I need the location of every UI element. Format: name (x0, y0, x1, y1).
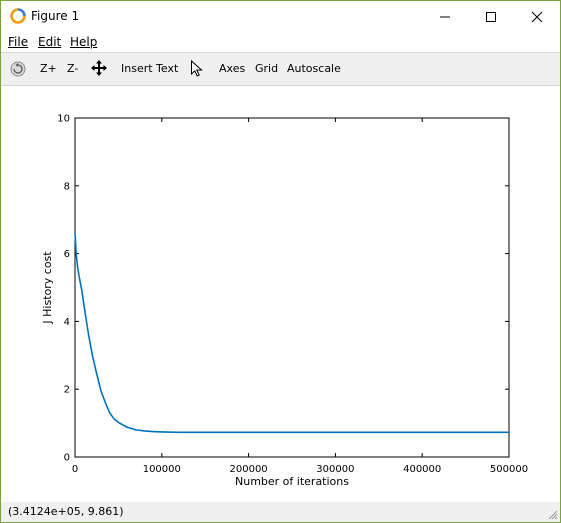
zoom-in-button[interactable]: Z+ (40, 62, 57, 75)
line-chart[interactable]: 0 100000 200000 300000 400000 500000 0246810 … (1, 86, 560, 502)
x-tick-label: 300000 (316, 464, 354, 475)
grid-button[interactable]: Grid (255, 62, 278, 75)
menu-edit[interactable]: Edit (38, 35, 61, 49)
status-bar: (3.4124e+05, 9.861) (1, 502, 560, 522)
resize-grip-icon[interactable] (546, 508, 558, 520)
octave-logo-icon (10, 8, 26, 24)
axes-box (74, 117, 510, 458)
menu-bar: File Edit Help (1, 32, 560, 53)
autoscale-button[interactable]: Autoscale (287, 62, 341, 75)
zoom-out-button[interactable]: Z- (67, 62, 78, 75)
minimize-button[interactable] (422, 1, 468, 32)
y-tick-label: 4 (64, 317, 70, 328)
x-tick-label: 400000 (403, 464, 441, 475)
y-axis-label: J History cost (41, 251, 54, 325)
x-tick-label: 500000 (490, 464, 528, 475)
plot-area[interactable]: 0 100000 200000 300000 400000 500000 0 2 4 6 8 10 … (1, 86, 560, 502)
pan-icon[interactable] (90, 59, 108, 77)
y-tick-label: 6 (64, 249, 70, 260)
x-tick-label: 200000 (230, 464, 268, 475)
insert-text-button[interactable]: Insert Text (121, 62, 178, 75)
cursor-coordinates: (3.4124e+05, 9.861) (8, 505, 124, 518)
y-tick-label: 2 (64, 385, 70, 396)
window-title: Figure 1 (31, 9, 80, 23)
x-axis: 0 100000 200000 300000 400000 500000 (72, 118, 528, 475)
select-cursor-icon[interactable] (190, 60, 204, 78)
y-tick-label: 10 (57, 114, 70, 125)
x-tick-label: 100000 (143, 464, 181, 475)
figure-window: Figure 1 File Edit Help Z+ Z- Insert Tex… (0, 0, 561, 523)
rotate-icon[interactable] (9, 60, 27, 78)
close-button[interactable] (514, 1, 560, 32)
series-line (74, 233, 509, 434)
maximize-button[interactable] (468, 1, 514, 32)
figure-toolbar: Z+ Z- Insert Text Axes Grid Autoscale (1, 53, 560, 86)
y-axis: 0 2 4 6 8 10 (57, 114, 509, 464)
y-tick-label: 8 (64, 181, 70, 192)
menu-file[interactable]: File (8, 35, 28, 49)
x-axis-label: Number of iterations (235, 475, 349, 488)
axes-button[interactable]: Axes (219, 62, 245, 75)
menu-help[interactable]: Help (70, 35, 97, 49)
x-tick-label: 0 (72, 464, 78, 475)
maximize-icon (486, 12, 496, 22)
y-tick-label: 0 (64, 453, 70, 464)
close-icon (531, 11, 543, 23)
title-bar[interactable]: Figure 1 (1, 1, 560, 32)
minimize-icon (440, 16, 450, 18)
